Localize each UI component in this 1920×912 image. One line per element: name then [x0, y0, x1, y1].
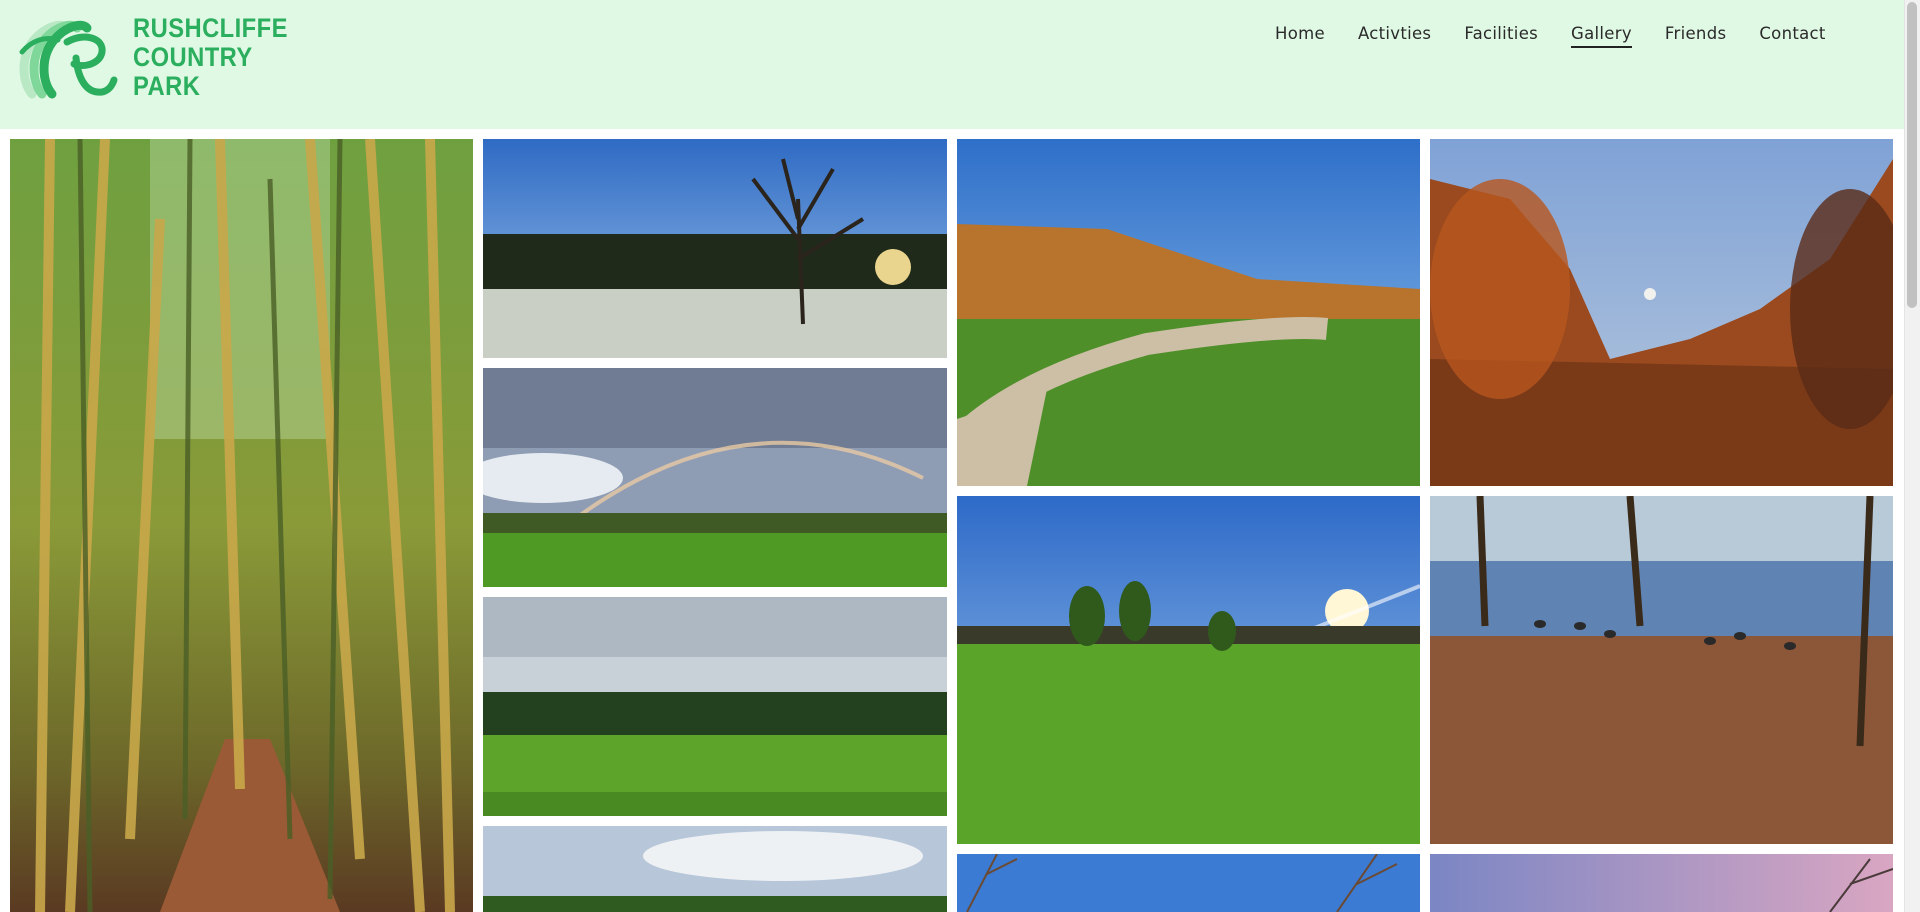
brand-name: RUSHCLIFFE COUNTRY PARK	[133, 12, 288, 101]
site-header: RUSHCLIFFE COUNTRY PARK Home Activties F…	[0, 0, 1904, 129]
brand-line-1: RUSHCLIFFE	[133, 12, 288, 43]
nav-item-facilities[interactable]: Facilities	[1464, 24, 1538, 48]
gallery-photo-sunny-field[interactable]	[957, 496, 1420, 844]
bare-trees-image	[957, 854, 1420, 912]
gallery-photo-pink-sky[interactable]	[1430, 854, 1893, 912]
brand-line-3: PARK	[133, 70, 201, 101]
site-logo[interactable]: RUSHCLIFFE COUNTRY PARK	[12, 12, 309, 102]
nav-item-contact[interactable]: Contact	[1759, 24, 1825, 48]
autumn-moon-image	[1430, 139, 1893, 486]
gallery-photo-frosty-field[interactable]	[483, 139, 947, 358]
gallery-photo-rainbow-field[interactable]	[483, 368, 947, 587]
conifer-field-image	[483, 597, 947, 816]
gallery-photo-woodland-path[interactable]	[10, 139, 473, 912]
nav-item-activities[interactable]: Activties	[1358, 24, 1431, 48]
nav-item-gallery[interactable]: Gallery	[1571, 24, 1632, 48]
lake-ducks-image	[1430, 496, 1893, 844]
scrollbar-thumb[interactable]	[1907, 2, 1917, 308]
sunny-field-image	[957, 496, 1420, 844]
autumn-path-image	[957, 139, 1420, 486]
main-nav: Home Activties Facilities Gallery Friend…	[1275, 24, 1859, 48]
brand-line-2: COUNTRY	[133, 41, 253, 72]
page-scrollbar[interactable]	[1904, 0, 1920, 912]
frosty-field-image	[483, 139, 947, 358]
pink-sky-image	[1430, 854, 1893, 912]
logo-r-emblem-icon	[19, 20, 118, 99]
nav-item-home[interactable]: Home	[1275, 24, 1325, 48]
photo-gallery	[0, 129, 1904, 912]
cloudy-field-image	[483, 826, 947, 912]
woodland-path-image	[10, 139, 473, 912]
gallery-photo-autumn-path[interactable]	[957, 139, 1420, 486]
gallery-photo-cloudy-field[interactable]	[483, 826, 947, 912]
gallery-photo-conifer-field[interactable]	[483, 597, 947, 816]
gallery-photo-bare-trees[interactable]	[957, 854, 1420, 912]
gallery-photo-lake-ducks[interactable]	[1430, 496, 1893, 844]
nav-item-friends[interactable]: Friends	[1665, 24, 1726, 48]
rainbow-field-image	[483, 368, 947, 587]
gallery-photo-autumn-moon[interactable]	[1430, 139, 1893, 486]
